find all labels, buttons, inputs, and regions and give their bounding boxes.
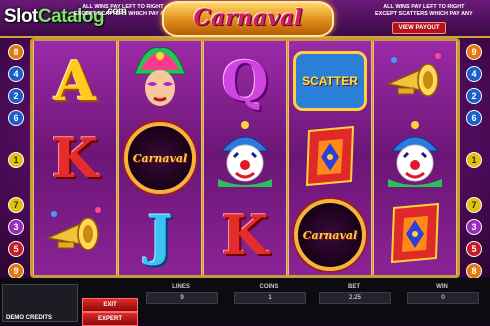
symbol-clown bbox=[206, 120, 284, 196]
pay-rule-right-line2: EXCEPT SCATTERS WHICH PAY ANY bbox=[375, 11, 473, 17]
game-title: Carnaval bbox=[193, 5, 303, 31]
payline-left-2[interactable]: 2 bbox=[8, 88, 24, 104]
trumpet-icon bbox=[380, 44, 450, 119]
pay-rule-left-line1: ALL WINS PAY LEFT TO RIGHT bbox=[82, 4, 164, 10]
clown-icon bbox=[210, 120, 280, 196]
payline-right-9[interactable]: 9 bbox=[466, 44, 482, 60]
payline-right-6[interactable]: 6 bbox=[466, 110, 482, 126]
credits-label: DEMO CREDITS bbox=[6, 315, 53, 321]
coins-label: COINS bbox=[259, 284, 279, 290]
payline-right-3[interactable]: 3 bbox=[466, 219, 482, 235]
reel-1: AK bbox=[33, 41, 117, 275]
symbol-trumpet bbox=[36, 197, 114, 273]
symbol-letter-k: K bbox=[36, 120, 114, 196]
expert-button[interactable]: EXPERT bbox=[82, 312, 138, 326]
payline-left-4[interactable]: 4 bbox=[8, 66, 24, 82]
win-value: 0 bbox=[407, 292, 479, 304]
bet-value: 2.25 bbox=[319, 292, 391, 304]
symbol-scatter: SCATTER bbox=[291, 43, 369, 119]
payline-right-7[interactable]: 7 bbox=[466, 197, 482, 213]
symbol-letter-a: A bbox=[36, 43, 114, 119]
bet-label: BET bbox=[348, 284, 360, 290]
payline-right-2[interactable]: 2 bbox=[466, 88, 482, 104]
game-header: SlotCatalog.com ALL WINS PAY LEFT TO RIG… bbox=[0, 0, 490, 38]
exit-button[interactable]: EXIT bbox=[82, 298, 138, 312]
symbol-letter-j: J bbox=[121, 197, 199, 273]
payline-left-7[interactable]: 7 bbox=[8, 197, 24, 213]
payline-left-8[interactable]: 8 bbox=[8, 44, 24, 60]
payline-left-9[interactable]: 9 bbox=[8, 263, 24, 279]
payline-left-3[interactable]: 3 bbox=[8, 219, 24, 235]
symbol-letter-k: K bbox=[206, 197, 284, 273]
payline-right-8[interactable]: 8 bbox=[466, 263, 482, 279]
symbol-letter-q: Q bbox=[206, 43, 284, 119]
symbol-trumpet bbox=[376, 43, 454, 119]
win-label: WIN bbox=[436, 284, 448, 290]
wild-label: Carnaval bbox=[302, 228, 358, 242]
scatter-label: SCATTER bbox=[302, 74, 358, 88]
reel-5 bbox=[373, 41, 457, 275]
symbol-letter: J bbox=[147, 203, 173, 267]
pay-rule-right-line1: ALL WINS PAY LEFT TO RIGHT bbox=[383, 4, 465, 10]
pay-rule-left-line2: EXCEPT SCATTERS WHICH PAY ANY bbox=[74, 11, 172, 17]
clown-icon bbox=[380, 120, 450, 196]
coins-value[interactable]: 1 bbox=[234, 292, 306, 304]
lines-label: LINES bbox=[172, 284, 190, 290]
view-payout-button[interactable]: VIEW PAYOUT bbox=[392, 22, 446, 34]
wild-badge: Carnaval bbox=[294, 199, 366, 271]
wild-label: Carnaval bbox=[132, 151, 188, 165]
game-title-plate: Carnaval bbox=[162, 1, 334, 37]
symbol-harlequin-flag bbox=[376, 197, 454, 273]
pay-rule-right: ALL WINS PAY LEFT TO RIGHT EXCEPT SCATTE… bbox=[375, 4, 473, 18]
wild-badge: Carnaval bbox=[124, 122, 196, 194]
logo-part1: Slot bbox=[4, 6, 38, 27]
trumpet-icon bbox=[40, 198, 110, 273]
payline-left-1[interactable]: 1 bbox=[8, 152, 24, 168]
reel-2: Carnaval J bbox=[118, 41, 202, 275]
symbol-carnaval-wild: Carnaval bbox=[121, 120, 199, 196]
scatter-plate: SCATTER bbox=[293, 51, 367, 111]
symbol-clown bbox=[376, 120, 454, 196]
symbol-carnaval-wild: Carnaval bbox=[291, 197, 369, 273]
symbol-harlequin-flag bbox=[291, 120, 369, 196]
credits-display: DEMO CREDITS bbox=[2, 284, 78, 322]
reel-area: 842617359 A K Carnaval J Q K SCATTER Carnaval 9… bbox=[0, 38, 490, 279]
payline-left-6[interactable]: 6 bbox=[8, 110, 24, 126]
pay-rule-left: ALL WINS PAY LEFT TO RIGHT EXCEPT SCATTE… bbox=[44, 4, 172, 18]
carnival-woman-icon bbox=[125, 44, 195, 119]
payline-right-5[interactable]: 5 bbox=[466, 241, 482, 257]
symbol-letter: Q bbox=[221, 49, 269, 113]
control-bar: DEMO CREDITS EXIT EXPERT LINES 9 COINS 1… bbox=[0, 278, 490, 326]
payline-right-4[interactable]: 4 bbox=[466, 66, 482, 82]
payline-left-5[interactable]: 5 bbox=[8, 241, 24, 257]
symbol-carnival-woman bbox=[121, 43, 199, 119]
reel-3: QK bbox=[203, 41, 287, 275]
symbol-letter: K bbox=[221, 203, 269, 267]
payline-right-1[interactable]: 1 bbox=[466, 152, 482, 168]
harlequin-flag-icon bbox=[295, 121, 365, 196]
symbol-letter: A bbox=[54, 49, 96, 113]
lines-value[interactable]: 9 bbox=[146, 292, 218, 304]
harlequin-flag-icon bbox=[380, 198, 450, 273]
symbol-letter: K bbox=[51, 126, 99, 190]
reel-frame: A K Carnaval J Q K SCATTER Carnaval bbox=[30, 38, 460, 278]
reel-4: SCATTER Carnaval bbox=[288, 41, 372, 275]
